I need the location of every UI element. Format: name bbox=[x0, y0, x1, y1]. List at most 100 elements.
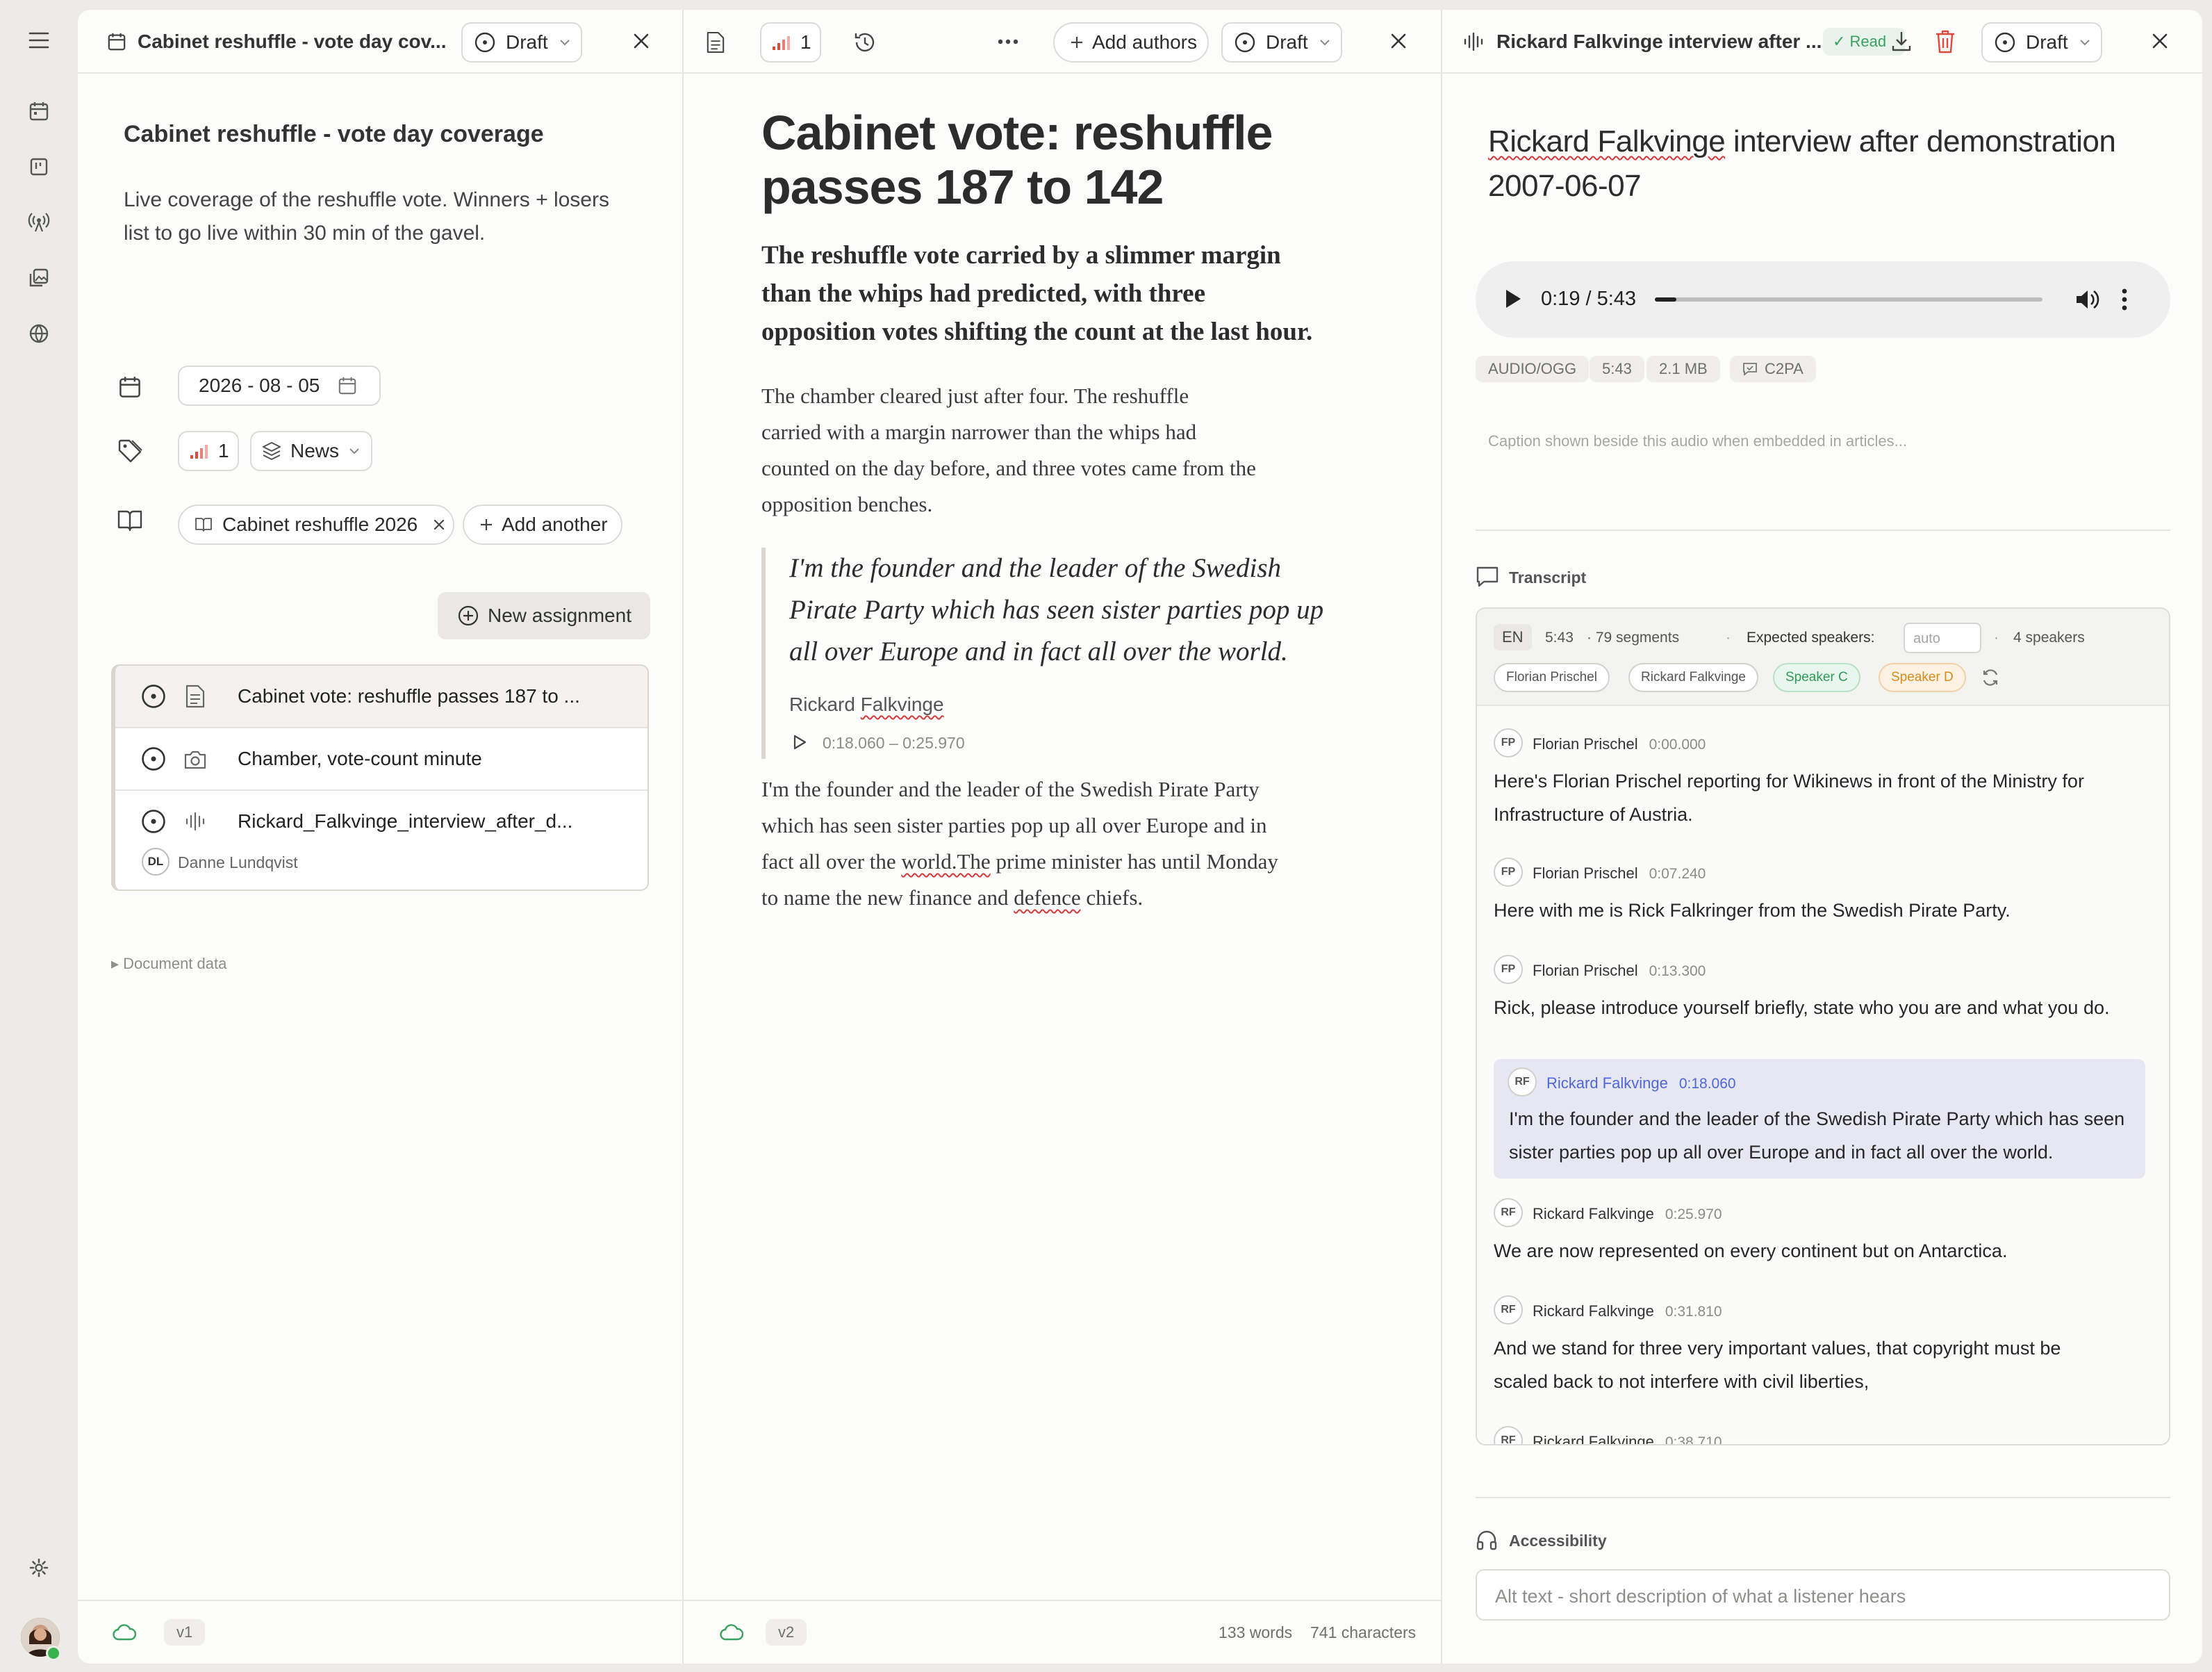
draft-status-icon[interactable] bbox=[140, 808, 167, 835]
accessibility-headphones-icon bbox=[1476, 1530, 1497, 1550]
speaker-avatar: FP bbox=[1494, 728, 1523, 757]
article-lede[interactable]: The reshuffle vote carried by a slimmer … bbox=[761, 236, 1312, 351]
close-icon[interactable] bbox=[1388, 31, 1409, 51]
priority-dropdown[interactable]: 1 bbox=[178, 431, 239, 471]
planning-header: Cabinet reshuffle - vote day cov... Draf… bbox=[78, 10, 682, 74]
plus-icon bbox=[481, 519, 492, 530]
caption-input[interactable]: Caption shown beside this audio when emb… bbox=[1488, 432, 1907, 450]
add-another-button[interactable]: Add another bbox=[463, 505, 622, 545]
download-icon[interactable] bbox=[1890, 29, 1913, 53]
segment-count: · 79 segments bbox=[1587, 630, 1680, 646]
status-dropdown[interactable]: Draft bbox=[461, 22, 582, 63]
section-dropdown[interactable]: News bbox=[250, 431, 372, 471]
transcript-duration: 5:43 bbox=[1545, 630, 1574, 646]
draft-status-icon[interactable] bbox=[140, 746, 167, 772]
tag-icon bbox=[117, 438, 143, 464]
close-icon[interactable] bbox=[2149, 31, 2170, 51]
settings-gear-icon[interactable] bbox=[21, 1550, 57, 1586]
calendar-small-icon bbox=[339, 377, 356, 395]
play-icon[interactable] bbox=[1503, 288, 1523, 310]
transcript-segment-active[interactable]: RF Rickard Falkvinge 0:18.060 I'm the fou… bbox=[1494, 1059, 2145, 1179]
delete-icon[interactable] bbox=[1934, 29, 1956, 54]
speaker-count: 4 speakers bbox=[2013, 630, 2085, 646]
language-badge[interactable]: EN bbox=[1494, 624, 1532, 650]
list-item[interactable]: Chamber, vote-count minute bbox=[115, 728, 647, 791]
article-body-paragraph[interactable]: I'm the founder and the leader of the Sw… bbox=[761, 771, 1278, 916]
alt-text-input[interactable]: Alt text - short description of what a l… bbox=[1476, 1569, 2170, 1621]
planning-footer: v1 bbox=[78, 1600, 682, 1664]
status-dropdown[interactable]: Draft bbox=[1221, 22, 1342, 63]
speaker-chip[interactable]: Speaker C bbox=[1773, 663, 1860, 692]
refresh-icon[interactable] bbox=[1981, 669, 1999, 687]
transcript-segment[interactable]: FP Florian Prischel 0:00.000 Here's Flori… bbox=[1477, 728, 2169, 839]
planning-title[interactable]: Cabinet reshuffle - vote day coverage bbox=[124, 121, 544, 148]
chevron-down-icon bbox=[1319, 40, 1330, 46]
divider bbox=[1476, 1497, 2170, 1498]
transcript-toolbar: EN 5:43 · 79 segments · Expected speaker… bbox=[1477, 609, 2169, 706]
new-assignment-button[interactable]: New assignment bbox=[438, 592, 650, 639]
expected-speakers-input[interactable]: auto bbox=[1904, 623, 1981, 653]
status-dropdown[interactable]: Draft bbox=[1981, 22, 2102, 63]
document-data-toggle[interactable]: ▸ Document data bbox=[111, 955, 226, 973]
audio-header-title: Rickard Falkvinge interview after ... bbox=[1496, 31, 1822, 52]
character-count: 741 characters bbox=[1310, 1623, 1417, 1641]
more-options-icon[interactable] bbox=[998, 39, 1018, 44]
remove-story-icon[interactable] bbox=[433, 518, 445, 531]
filesize-badge: 2.1 MB bbox=[1646, 356, 1720, 382]
menu-icon[interactable] bbox=[21, 22, 57, 58]
planning-description[interactable]: Live coverage of the reshuffle vote. Win… bbox=[124, 183, 638, 250]
transcript-segment[interactable]: RF Rickard Falkvinge 0:25.970 We are now … bbox=[1477, 1198, 2169, 1268]
add-authors-button[interactable]: Add authors bbox=[1053, 22, 1209, 63]
play-clip-icon[interactable] bbox=[792, 734, 807, 751]
player-time: 0:19 / 5:43 bbox=[1541, 288, 1637, 310]
article-footer: v2 133 words 741 characters bbox=[684, 1600, 1441, 1664]
priority-dropdown[interactable]: 1 bbox=[760, 22, 821, 63]
version-badge: v1 bbox=[164, 1619, 206, 1646]
speaker-chip[interactable]: Rickard Falkvinge bbox=[1628, 663, 1758, 692]
pull-quote[interactable]: I'm the founder and the leader of the Sw… bbox=[789, 548, 1323, 673]
transcript-label: Transcript bbox=[1509, 568, 1587, 587]
version-badge: v2 bbox=[766, 1619, 807, 1646]
list-item[interactable]: Rickard_Falkvinge_interview_after_d... D… bbox=[115, 791, 647, 890]
document-icon[interactable] bbox=[706, 31, 725, 54]
speaker-chip[interactable]: Florian Prischel bbox=[1494, 663, 1610, 692]
media-gallery-icon[interactable] bbox=[21, 260, 57, 296]
player-progress-track[interactable] bbox=[1655, 297, 2042, 302]
chevron-down-icon bbox=[559, 40, 570, 46]
player-progress-fill bbox=[1655, 297, 1676, 302]
audio-title[interactable]: Rickard Falkvinge interview after demons… bbox=[1488, 120, 2116, 208]
priority-bars-icon bbox=[190, 445, 208, 459]
transcript-segment[interactable]: RF Rickard Falkvinge 0:31.810 And we stan… bbox=[1477, 1295, 2169, 1407]
date-picker[interactable]: 2026 - 08 - 05 bbox=[178, 366, 381, 406]
planning-board-icon[interactable] bbox=[21, 149, 57, 185]
article-body-paragraph[interactable]: The chamber cleared just after four. The… bbox=[761, 378, 1256, 523]
speaker-chip[interactable]: Speaker D bbox=[1879, 663, 1966, 692]
dot-separator: · bbox=[1994, 630, 1999, 646]
player-more-icon[interactable] bbox=[2122, 288, 2127, 311]
volume-icon[interactable] bbox=[2074, 288, 2099, 311]
story-tag[interactable]: Cabinet reshuffle 2026 bbox=[178, 505, 454, 545]
plus-circle-icon bbox=[458, 605, 479, 626]
calendar-icon[interactable] bbox=[21, 93, 57, 129]
audio-pane: Rickard Falkvinge interview after ... ✓ … bbox=[1442, 10, 2202, 1664]
transcript-segment[interactable]: FP Florian Prischel 0:13.300 Rick, please… bbox=[1477, 955, 2169, 1024]
list-item[interactable]: Cabinet vote: reshuffle passes 187 to ..… bbox=[115, 666, 647, 728]
globe-icon[interactable] bbox=[21, 315, 57, 352]
article-headline[interactable]: Cabinet vote: reshuffle passes 187 to 14… bbox=[761, 106, 1273, 214]
assignment-list: Cabinet vote: reshuffle passes 187 to ..… bbox=[111, 664, 649, 891]
app-rail bbox=[0, 0, 78, 1672]
transcript-segment[interactable]: FP Florian Prischel 0:07.240 Here with me… bbox=[1477, 858, 2169, 927]
history-icon[interactable] bbox=[853, 31, 877, 54]
draft-status-icon[interactable] bbox=[140, 683, 167, 710]
broadcast-icon[interactable] bbox=[21, 204, 57, 240]
planning-header-title: Cabinet reshuffle - vote day cov... bbox=[138, 31, 447, 52]
date-icon bbox=[118, 375, 142, 399]
close-icon[interactable] bbox=[631, 31, 652, 51]
transcript-segment[interactable]: RF Rickard Falkvinge 0:38.710 bbox=[1477, 1426, 2169, 1444]
quote-attribution[interactable]: Rickard Falkvinge bbox=[789, 694, 944, 716]
calendar-icon bbox=[107, 32, 126, 51]
format-badge: AUDIO/OGG bbox=[1476, 356, 1590, 382]
duration-badge: 5:43 bbox=[1590, 356, 1644, 382]
audio-wave-icon bbox=[185, 812, 205, 831]
draft-status-icon bbox=[1995, 32, 2015, 53]
